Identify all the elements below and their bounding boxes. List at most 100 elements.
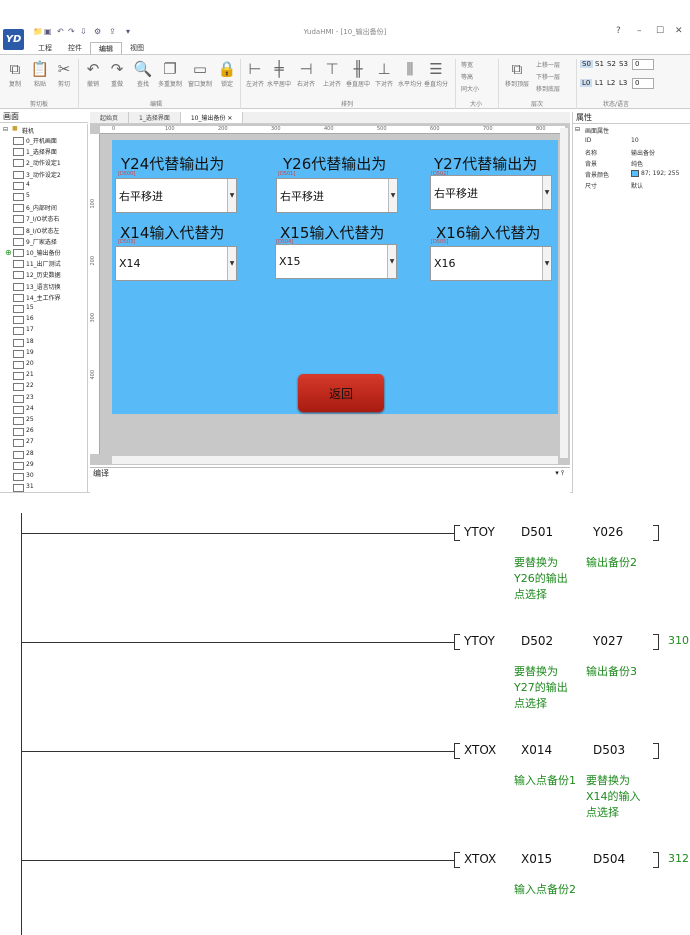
tree-root[interactable]: 鞋机 xyxy=(22,126,34,135)
tab-output-backup[interactable]: 10_输出备份 ✕ xyxy=(180,112,244,123)
tree-item[interactable]: 8_I/O状态左 xyxy=(12,226,59,235)
y27-select[interactable]: 右平移进 ▼ xyxy=(430,175,552,210)
color-swatch[interactable] xyxy=(631,170,639,177)
tree-item[interactable]: 2_动作设定1 xyxy=(13,158,61,168)
x15-select[interactable]: X15 ▼ xyxy=(275,244,397,279)
tree-item[interactable]: 20 xyxy=(13,360,34,369)
distribute-h-button[interactable]: ⫼ 水平均分 xyxy=(398,59,422,88)
add-screen-icon[interactable]: ⊕ xyxy=(5,248,12,257)
window-copy-button[interactable]: ▭ 窗口复制 xyxy=(186,59,214,88)
instruction-opcode[interactable]: XTOX xyxy=(464,743,496,757)
align-bottom-button[interactable]: ⊥ 下对齐 xyxy=(372,59,396,88)
instruction-operand[interactable]: D501 xyxy=(521,525,553,539)
instruction-operand[interactable]: D503 xyxy=(593,743,625,757)
chevron-down-icon[interactable]: ▼ xyxy=(227,179,236,212)
tree-item[interactable]: 7_I/O状态右 xyxy=(12,214,59,224)
move-up-button[interactable]: 上移一层 xyxy=(536,60,572,69)
align-hcenter-button[interactable]: ╪ 水平居中 xyxy=(267,59,291,88)
tree-collapse-icon[interactable]: ⊟ xyxy=(3,126,8,133)
chevron-down-icon[interactable]: ▼ xyxy=(542,247,551,280)
menu-controls[interactable]: 控件 xyxy=(60,42,90,54)
instruction-operand[interactable]: D504 xyxy=(593,852,625,866)
tree-item[interactable]: 30 xyxy=(13,472,34,481)
property-row[interactable]: ID 10 xyxy=(573,137,690,148)
state-s0[interactable]: S0 xyxy=(580,60,593,68)
property-row[interactable]: 背景 纯色 xyxy=(573,159,690,170)
same-height-button[interactable]: 等高 xyxy=(461,72,491,81)
instruction-operand[interactable]: X014 xyxy=(521,743,552,757)
tree-item[interactable]: 11_出厂测试 xyxy=(13,259,61,269)
lang-l0[interactable]: L0 xyxy=(580,79,593,87)
copy-button[interactable]: ⧉ 复制 xyxy=(3,59,27,88)
instruction-operand[interactable]: Y027 xyxy=(593,634,623,648)
tree-item[interactable]: 14_主工作界 xyxy=(13,293,61,302)
instruction-operand[interactable]: Y026 xyxy=(593,525,623,539)
tree-item[interactable]: 28 xyxy=(13,450,34,459)
x16-select[interactable]: X16 ▼ xyxy=(430,246,552,281)
tree-item[interactable]: 3_动作设定2 xyxy=(13,170,61,179)
close-icon[interactable]: ✕ xyxy=(675,26,683,36)
tree-item[interactable]: 6_内部时间 xyxy=(13,203,57,213)
tab-select-screen[interactable]: 1_选择界面 xyxy=(129,112,181,123)
instruction-operand[interactable]: X015 xyxy=(521,852,552,866)
send-to-back-button[interactable]: 移到底层 xyxy=(536,84,572,93)
distribute-v-button[interactable]: ☰ 垂直均分 xyxy=(424,59,448,88)
tree-item[interactable]: 16 xyxy=(13,315,34,325)
tree-item[interactable]: 24 xyxy=(13,405,34,414)
property-row[interactable]: 名称 输出备份 xyxy=(573,148,690,159)
pin-icon[interactable]: ▾ ⫯ xyxy=(555,469,564,478)
canvas-vertical-scrollbar[interactable] xyxy=(560,128,568,458)
redo-button[interactable]: ↷ 重做 xyxy=(105,59,129,88)
tree-item[interactable]: 19 xyxy=(13,349,34,358)
tree-item[interactable]: 9_厂家选择 xyxy=(13,237,57,246)
tree-item[interactable]: 21 xyxy=(13,371,34,381)
move-down-button[interactable]: 下移一层 xyxy=(536,72,572,81)
tree-item[interactable]: 10_输出备份 xyxy=(13,248,61,257)
paste-button[interactable]: 📋 粘贴 xyxy=(28,59,52,88)
tree-item[interactable]: 31 xyxy=(13,483,34,493)
align-right-button[interactable]: ⊣ 右对齐 xyxy=(294,59,318,88)
menu-view[interactable]: 视图 xyxy=(122,42,152,54)
tree-item[interactable]: 17 xyxy=(13,326,34,336)
tree-item[interactable]: 5 xyxy=(13,192,30,201)
tree-item[interactable]: 1_选择界面 xyxy=(13,147,57,157)
menu-edit[interactable]: 编辑 xyxy=(90,42,122,54)
tree-item[interactable]: 22 xyxy=(13,382,34,392)
tab-close-icon[interactable]: ✕ xyxy=(227,115,232,122)
state-s1[interactable]: S1 xyxy=(595,60,604,68)
state-spinbox[interactable]: 0 xyxy=(632,59,654,70)
minimize-icon[interactable]: – xyxy=(637,26,642,36)
instruction-opcode[interactable]: XTOX xyxy=(464,852,496,866)
tree-item[interactable]: 12_历史数据 xyxy=(13,270,61,280)
tree-item[interactable]: 15 xyxy=(13,304,34,313)
chevron-down-icon[interactable]: ▼ xyxy=(227,247,236,280)
align-vcenter-button[interactable]: ╫ 垂直居中 xyxy=(346,59,370,88)
menu-project[interactable]: 工程 xyxy=(30,42,60,54)
x14-select[interactable]: X14 ▼ xyxy=(115,246,237,281)
instruction-opcode[interactable]: YTOY xyxy=(464,525,495,539)
help-icon[interactable]: ? xyxy=(616,26,621,36)
tree-item[interactable]: 13_语言切换 xyxy=(13,282,61,291)
instruction-operand[interactable]: D502 xyxy=(521,634,553,648)
property-row[interactable]: 尺寸 默认 xyxy=(573,181,690,192)
tree-item[interactable]: 26 xyxy=(13,427,34,437)
chevron-down-icon[interactable]: ▼ xyxy=(542,176,551,209)
chevron-down-icon[interactable]: ▼ xyxy=(387,245,396,278)
canvas-horizontal-scrollbar[interactable] xyxy=(112,456,558,464)
lang-spinbox[interactable]: 0 xyxy=(632,78,654,89)
bring-to-front-button[interactable]: ⧉ 移到顶层 xyxy=(502,59,532,88)
tree-item[interactable]: 23 xyxy=(13,394,34,403)
tree-item[interactable]: 18 xyxy=(13,338,34,347)
lang-l1[interactable]: L1 xyxy=(595,79,603,87)
align-top-button[interactable]: ⊤ 上对齐 xyxy=(320,59,344,88)
tree-item[interactable]: 0_开机画面 xyxy=(13,136,57,145)
find-button[interactable]: 🔍 查找 xyxy=(131,59,155,88)
tree-item[interactable]: 27 xyxy=(13,438,34,448)
y24-select[interactable]: 右平移进 ▼ xyxy=(115,178,237,213)
lock-button[interactable]: 🔒 锁定 xyxy=(215,59,239,88)
chevron-down-icon[interactable]: ▼ xyxy=(388,179,397,212)
align-left-button[interactable]: ⊢ 左对齐 xyxy=(243,59,267,88)
undo-button[interactable]: ↶ 撤销 xyxy=(81,59,105,88)
property-row[interactable]: 背景颜色 87; 192; 255 xyxy=(573,170,690,181)
return-button[interactable]: 返回 xyxy=(298,374,384,412)
